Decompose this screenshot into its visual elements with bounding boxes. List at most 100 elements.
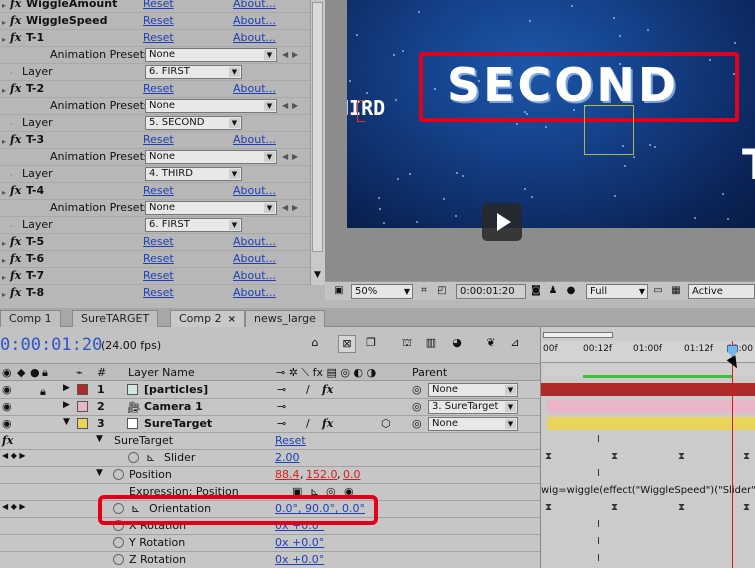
- current-time-display[interactable]: 0:00:01:20: [0, 335, 102, 355]
- effect-switch-icon[interactable]: fx: [322, 383, 333, 396]
- timeline-graph[interactable]: 00f 00:12f 01:00f 01:12f 02:00 I ⧗ ⧗ ⧗ ⧗ I ⧗ ⧗ ⧗ ⧗ I I I…: [540, 327, 755, 568]
- close-tab-icon[interactable]: ×: [228, 314, 236, 325]
- position-property-row[interactable]: ▼ Position 88.4, 152.0, 0.0: [0, 467, 540, 484]
- resolution-dropdown[interactable]: Full ▼: [586, 284, 648, 299]
- keyframe-icon[interactable]: ⧗: [545, 502, 552, 513]
- layer-row[interactable]: ◉ ▼ 3 SureTarget ⊸ / fx ⬡ ◎ None ▼: [0, 416, 540, 433]
- layer-row[interactable]: ◉ ▶ 2 🎥︎ Camera 1 ⊸ ◎ 3. SureTarget ▼: [0, 399, 540, 416]
- collapse-triangle-icon[interactable]: ▼: [96, 468, 103, 478]
- pickwhip-icon[interactable]: ◎: [412, 400, 422, 413]
- layer-duration-bar[interactable]: [547, 400, 755, 413]
- marker-icon[interactable]: I: [597, 468, 600, 479]
- about-link[interactable]: About...: [233, 184, 276, 197]
- lock-icon[interactable]: 🔒︎: [42, 366, 48, 380]
- slider-value[interactable]: 2.00: [275, 451, 300, 464]
- prev-preset-icon[interactable]: ◀: [282, 50, 288, 59]
- region-of-interest-icon[interactable]: ▭: [652, 285, 664, 297]
- parent-dropdown[interactable]: None ▼: [428, 383, 518, 397]
- about-link[interactable]: About...: [233, 14, 276, 27]
- fx-toggle-icon[interactable]: fx: [10, 252, 21, 265]
- layer-dropdown[interactable]: 5. SECOND ▼: [145, 116, 242, 130]
- composition-canvas[interactable]: HIRD SECOND T: [347, 0, 755, 228]
- stopwatch-icon[interactable]: [113, 554, 124, 565]
- reset-link[interactable]: Reset: [143, 14, 174, 27]
- lock-toggle[interactable]: [40, 402, 51, 413]
- prev-preset-icon[interactable]: ◀: [282, 203, 288, 212]
- shy-switch-icon[interactable]: ⊸: [277, 417, 286, 430]
- shy-switch-icon[interactable]: ⊸: [277, 400, 286, 413]
- zrot-property-row[interactable]: Z Rotation 0x +0.0°: [0, 552, 540, 568]
- zoom-dropdown[interactable]: 50% ▼: [351, 284, 413, 299]
- label-color-chip[interactable]: [77, 384, 88, 395]
- visibility-eye-icon[interactable]: ◉: [2, 383, 12, 396]
- animation-presets-dropdown[interactable]: None ▼: [145, 150, 277, 164]
- next-preset-icon[interactable]: ▶: [292, 101, 298, 110]
- expand-triangle-icon[interactable]: ▸: [2, 35, 6, 44]
- layer-duration-bar[interactable]: [541, 383, 755, 396]
- layer-name[interactable]: SureTarget: [144, 417, 212, 430]
- eye-icon[interactable]: ◉: [2, 366, 12, 379]
- camera-dropdown[interactable]: Active Camera: [688, 284, 755, 300]
- marker-icon[interactable]: I: [597, 553, 600, 564]
- reset-link[interactable]: Reset: [143, 0, 174, 10]
- about-link[interactable]: About...: [233, 82, 276, 95]
- pickwhip-icon[interactable]: ◎: [412, 417, 422, 430]
- expand-triangle-icon[interactable]: ▸: [2, 18, 6, 27]
- audio-icon[interactable]: ◆: [17, 366, 25, 379]
- expand-layer-icon[interactable]: ▶: [63, 383, 70, 393]
- quality-switch-icon[interactable]: /: [306, 417, 310, 430]
- prev-keyframe-icon[interactable]: ◀ ◆ ▶: [2, 451, 26, 460]
- expression-text[interactable]: wig=wiggle(effect("WiggleSpeed")("Slider…: [541, 485, 755, 496]
- keyframe-icon[interactable]: ⧗: [678, 502, 685, 513]
- stopwatch-icon[interactable]: [128, 452, 139, 463]
- expand-triangle-icon[interactable]: ▸: [2, 256, 6, 265]
- lock-toggle[interactable]: 🔒︎: [40, 385, 51, 398]
- frame-blending-icon[interactable]: ▥: [422, 335, 440, 353]
- next-preset-icon[interactable]: ▶: [292, 50, 298, 59]
- about-link[interactable]: About...: [233, 286, 276, 299]
- stopwatch-icon[interactable]: [113, 469, 124, 480]
- expand-triangle-icon[interactable]: ▸: [2, 188, 6, 197]
- position-y-value[interactable]: 152.0: [306, 468, 338, 481]
- solo-icon[interactable]: ●: [30, 366, 40, 379]
- about-link[interactable]: About...: [233, 235, 276, 248]
- layer-dropdown[interactable]: 6. FIRST ▼: [145, 65, 242, 79]
- tab-news-large[interactable]: news_large: [245, 310, 325, 327]
- label-color-chip[interactable]: [77, 401, 88, 412]
- scroll-down-arrow-icon[interactable]: ▼: [311, 268, 324, 282]
- keyframe-icon[interactable]: ⧗: [611, 502, 618, 513]
- prev-preset-icon[interactable]: ◀: [282, 152, 288, 161]
- graph-editor-icon[interactable]: ⊿: [506, 335, 524, 353]
- position-x-value[interactable]: 88.4: [275, 468, 300, 481]
- layer-dropdown[interactable]: 4. THIRD ▼: [145, 167, 242, 181]
- reset-link[interactable]: Reset: [143, 235, 174, 248]
- col-layer-name[interactable]: Layer Name: [128, 366, 195, 379]
- keyframe-navigator-icon[interactable]: ◀ ◆ ▶: [2, 502, 26, 511]
- tab-comp-2[interactable]: Comp 2 ×: [170, 310, 245, 327]
- layer-duration-bar[interactable]: [547, 417, 755, 430]
- about-link[interactable]: About...: [233, 0, 276, 10]
- always-preview-icon[interactable]: ▣: [333, 285, 345, 297]
- position-z-value[interactable]: 0.0: [343, 468, 361, 481]
- about-link[interactable]: About...: [233, 133, 276, 146]
- tab-suretarget[interactable]: SureTARGET: [72, 310, 159, 327]
- play-button[interactable]: [482, 203, 522, 241]
- marker-icon[interactable]: I: [597, 434, 600, 445]
- next-preset-icon[interactable]: ▶: [292, 203, 298, 212]
- expand-triangle-icon[interactable]: ▸: [2, 137, 6, 146]
- animation-presets-dropdown[interactable]: None ▼: [145, 48, 277, 62]
- effect-reset-link[interactable]: Reset: [275, 434, 306, 447]
- reset-link[interactable]: Reset: [143, 286, 174, 299]
- parent-dropdown[interactable]: 3. SureTarget ▼: [428, 400, 518, 414]
- fx-toggle-icon[interactable]: fx: [10, 133, 21, 146]
- tab-comp-1[interactable]: Comp 1: [0, 310, 61, 327]
- fx-toggle-icon[interactable]: fx: [10, 0, 21, 10]
- transparency-grid-icon[interactable]: ▦: [670, 285, 682, 297]
- shy-switch-icon[interactable]: ⊸: [277, 383, 286, 396]
- label-icon[interactable]: ⌁: [76, 366, 83, 379]
- animation-presets-dropdown[interactable]: None ▼: [145, 201, 277, 215]
- expand-layer-icon[interactable]: ▶: [63, 400, 70, 410]
- keyframe-icon[interactable]: ⧗: [545, 451, 552, 462]
- fx-toggle-icon[interactable]: fx: [10, 184, 21, 197]
- current-time-indicator[interactable]: [732, 341, 733, 568]
